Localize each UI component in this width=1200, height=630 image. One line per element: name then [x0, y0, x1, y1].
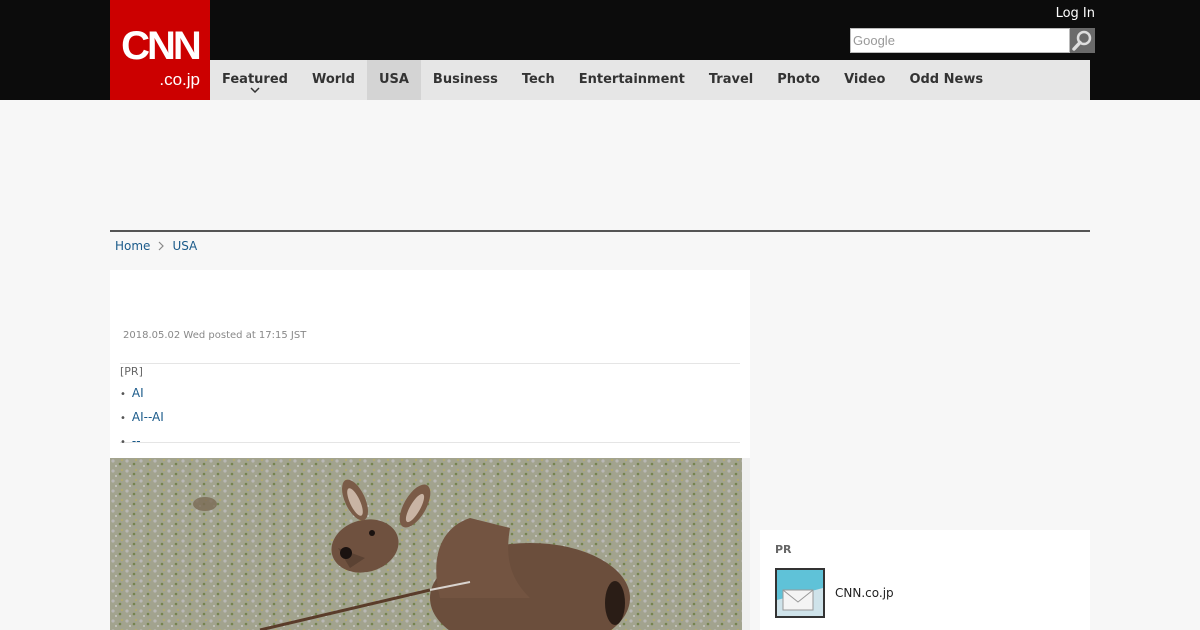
bullet-icon: •	[120, 437, 126, 448]
bullet-icon: •	[120, 389, 126, 400]
deer-photo-image	[110, 458, 750, 630]
nav-item-odd-news[interactable]: Odd News	[897, 60, 995, 100]
photo-credit-strip	[742, 458, 750, 630]
pr-link-list: • AI • AI--AI • --	[120, 382, 164, 454]
nav-item-usa[interactable]: USA	[366, 60, 421, 100]
site-header: CNN .co.jp Log In Google Featured World …	[0, 0, 1200, 100]
posted-timestamp: 2018.05.02 Wed posted at 17:15 JST	[123, 330, 307, 341]
sidebar-pr-card: PR CNN.co.jp	[760, 530, 1090, 630]
nav-label: Featured	[222, 72, 288, 87]
sidebar-pr-label: PR	[775, 543, 792, 556]
search-icon	[1072, 30, 1092, 51]
pr-link[interactable]: --	[132, 434, 141, 448]
list-item[interactable]: • --	[120, 430, 164, 454]
nav-item-travel[interactable]: Travel	[697, 60, 765, 100]
logo-domain: .co.jp	[159, 70, 200, 89]
nav-item-photo[interactable]: Photo	[765, 60, 832, 100]
search-input[interactable]: Google	[850, 28, 1070, 53]
nav-item-tech[interactable]: Tech	[510, 60, 567, 100]
pr-link[interactable]: AI--AI	[132, 410, 164, 424]
list-item[interactable]: • AI	[120, 382, 164, 406]
nav-item-featured[interactable]: Featured	[210, 60, 300, 100]
pr-thumbnail[interactable]	[775, 568, 825, 618]
nav-item-world[interactable]: World	[300, 60, 367, 100]
breadcrumb-home[interactable]: Home	[115, 238, 150, 254]
breadcrumb-usa[interactable]: USA	[172, 238, 197, 254]
mail-icon	[777, 570, 823, 616]
article-photo	[110, 458, 750, 630]
pr-link[interactable]: AI	[132, 386, 144, 400]
main-nav: Featured World USA Business Tech Enterta…	[210, 60, 1090, 100]
bullet-icon: •	[120, 413, 126, 424]
nav-item-entertainment[interactable]: Entertainment	[567, 60, 697, 100]
chevron-down-icon	[250, 87, 260, 93]
nav-item-business[interactable]: Business	[421, 60, 510, 100]
list-item[interactable]: • AI--AI	[120, 406, 164, 430]
search-button[interactable]	[1070, 28, 1095, 53]
nav-item-video[interactable]: Video	[832, 60, 897, 100]
breadcrumb: Home USA	[115, 238, 197, 254]
cnn-logo[interactable]: CNN .co.jp	[110, 0, 210, 100]
login-link[interactable]: Log In	[1056, 6, 1095, 22]
logo-wordmark: CNN	[121, 24, 202, 68]
sidebar-pr-item-label[interactable]: CNN.co.jp	[835, 586, 894, 600]
pr-label: [PR]	[120, 365, 143, 378]
content-divider	[110, 230, 1090, 232]
chevron-right-icon	[159, 241, 165, 251]
article-card: 2018.05.02 Wed posted at 17:15 JST [PR] …	[110, 270, 750, 630]
pr-links-block: [PR] • AI • AI--AI • --	[120, 363, 740, 448]
